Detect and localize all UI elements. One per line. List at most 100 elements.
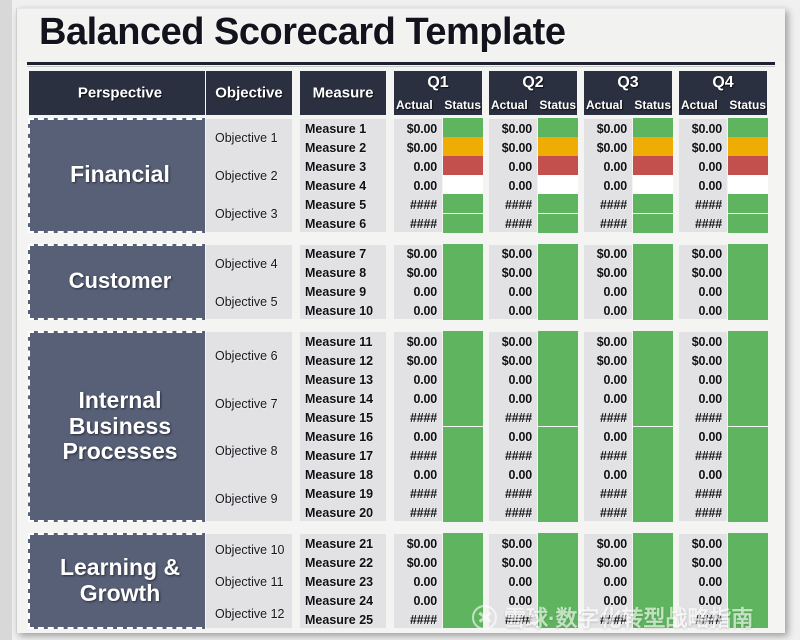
actual-cell[interactable]: #### [584, 485, 632, 504]
status-cell-green[interactable] [538, 445, 578, 465]
actual-cell[interactable]: #### [584, 447, 632, 466]
actual-cell[interactable]: 0.00 [584, 591, 632, 610]
status-cell-green[interactable] [728, 369, 768, 389]
actual-cell[interactable]: $0.00 [489, 264, 537, 283]
objective-cell[interactable]: Objective 5 [206, 283, 292, 321]
measure-cell[interactable]: Measure 17 [300, 447, 386, 466]
status-cell-green[interactable] [538, 426, 578, 446]
status-cell-green[interactable] [728, 118, 768, 138]
status-cell-green[interactable] [633, 213, 673, 233]
status-cell-green[interactable] [633, 243, 673, 263]
actual-cell[interactable]: $0.00 [489, 245, 537, 264]
objective-cell[interactable]: Objective 2 [206, 157, 292, 195]
actual-cell[interactable]: $0.00 [584, 138, 632, 157]
status-cell-green[interactable] [443, 464, 483, 484]
actual-cell[interactable]: $0.00 [394, 119, 442, 138]
status-cell-green[interactable] [538, 281, 578, 301]
actual-cell[interactable]: $0.00 [489, 332, 537, 351]
actual-cell[interactable]: 0.00 [584, 176, 632, 195]
actual-cell[interactable]: $0.00 [584, 534, 632, 553]
status-cell-green[interactable] [728, 194, 768, 214]
status-cell-green[interactable] [443, 533, 483, 553]
actual-cell[interactable]: 0.00 [489, 370, 537, 389]
status-cell-green[interactable] [728, 213, 768, 233]
status-cell-green[interactable] [443, 590, 483, 610]
status-cell-red[interactable] [538, 156, 578, 176]
status-cell-green[interactable] [728, 350, 768, 370]
status-cell-green[interactable] [633, 407, 673, 427]
measure-cell[interactable]: Measure 6 [300, 215, 386, 234]
actual-cell[interactable]: $0.00 [584, 264, 632, 283]
actual-cell[interactable]: 0.00 [679, 428, 727, 447]
perspective-learning-growth[interactable]: Learning & Growth [28, 533, 212, 629]
actual-cell[interactable]: 0.00 [394, 466, 442, 485]
measure-cell[interactable]: Measure 14 [300, 389, 386, 408]
header-actual[interactable]: Actual [396, 98, 433, 112]
actual-cell[interactable]: #### [679, 447, 727, 466]
status-cell-green[interactable] [633, 369, 673, 389]
objective-cell[interactable]: Objective 10 [206, 534, 292, 566]
status-cell-green[interactable] [538, 533, 578, 553]
actual-cell[interactable]: #### [489, 485, 537, 504]
actual-cell[interactable]: 0.00 [584, 283, 632, 302]
actual-cell[interactable]: 0.00 [584, 302, 632, 321]
objective-cell[interactable]: Objective 3 [206, 195, 292, 233]
measure-cell[interactable]: Measure 15 [300, 408, 386, 427]
actual-cell[interactable]: $0.00 [584, 245, 632, 264]
actual-cell[interactable]: 0.00 [679, 572, 727, 591]
status-cell-green[interactable] [538, 300, 578, 320]
status-cell-green[interactable] [443, 502, 483, 522]
actual-cell[interactable]: $0.00 [584, 553, 632, 572]
status-cell-green[interactable] [443, 281, 483, 301]
actual-cell[interactable]: $0.00 [489, 351, 537, 370]
status-cell-green[interactable] [728, 262, 768, 282]
status-cell-green[interactable] [538, 118, 578, 138]
objective-cell[interactable]: Objective 8 [206, 428, 292, 476]
actual-cell[interactable]: 0.00 [584, 466, 632, 485]
perspective-customer[interactable]: Customer [28, 243, 212, 320]
header-quarter-q4[interactable]: Q4 Actual Status [678, 70, 768, 116]
status-cell-green[interactable] [633, 118, 673, 138]
actual-cell[interactable]: 0.00 [394, 428, 442, 447]
status-cell-blank[interactable] [633, 175, 673, 195]
measure-cell[interactable]: Measure 4 [300, 176, 386, 195]
status-cell-green[interactable] [538, 407, 578, 427]
status-cell-green[interactable] [633, 194, 673, 214]
status-cell-green[interactable] [728, 609, 768, 629]
actual-cell[interactable]: $0.00 [394, 264, 442, 283]
measure-cell[interactable]: Measure 1 [300, 119, 386, 138]
measure-cell[interactable]: Measure 10 [300, 302, 386, 321]
status-cell-amber[interactable] [538, 137, 578, 157]
actual-cell[interactable]: $0.00 [489, 138, 537, 157]
status-cell-blank[interactable] [443, 175, 483, 195]
measure-cell[interactable]: Measure 3 [300, 157, 386, 176]
status-cell-red[interactable] [443, 156, 483, 176]
status-cell-green[interactable] [728, 483, 768, 503]
actual-cell[interactable]: #### [394, 610, 442, 629]
status-cell-green[interactable] [633, 388, 673, 408]
measure-cell[interactable]: Measure 19 [300, 485, 386, 504]
measure-cell[interactable]: Measure 9 [300, 283, 386, 302]
actual-cell[interactable]: #### [489, 447, 537, 466]
measure-cell[interactable]: Measure 18 [300, 466, 386, 485]
header-status[interactable]: Status [729, 98, 766, 112]
actual-cell[interactable]: #### [584, 408, 632, 427]
status-cell-green[interactable] [443, 407, 483, 427]
actual-cell[interactable]: 0.00 [489, 157, 537, 176]
actual-cell[interactable]: #### [489, 215, 537, 234]
actual-cell[interactable]: $0.00 [679, 138, 727, 157]
status-cell-green[interactable] [538, 369, 578, 389]
status-cell-red[interactable] [728, 156, 768, 176]
actual-cell[interactable]: $0.00 [679, 351, 727, 370]
status-cell-green[interactable] [633, 464, 673, 484]
measure-cell[interactable]: Measure 25 [300, 610, 386, 629]
header-actual[interactable]: Actual [586, 98, 623, 112]
status-cell-green[interactable] [538, 194, 578, 214]
actual-cell[interactable]: #### [394, 504, 442, 523]
measure-cell[interactable]: Measure 13 [300, 370, 386, 389]
status-cell-green[interactable] [728, 426, 768, 446]
header-actual[interactable]: Actual [681, 98, 718, 112]
actual-cell[interactable]: $0.00 [584, 332, 632, 351]
status-cell-green[interactable] [633, 483, 673, 503]
status-cell-green[interactable] [443, 243, 483, 263]
